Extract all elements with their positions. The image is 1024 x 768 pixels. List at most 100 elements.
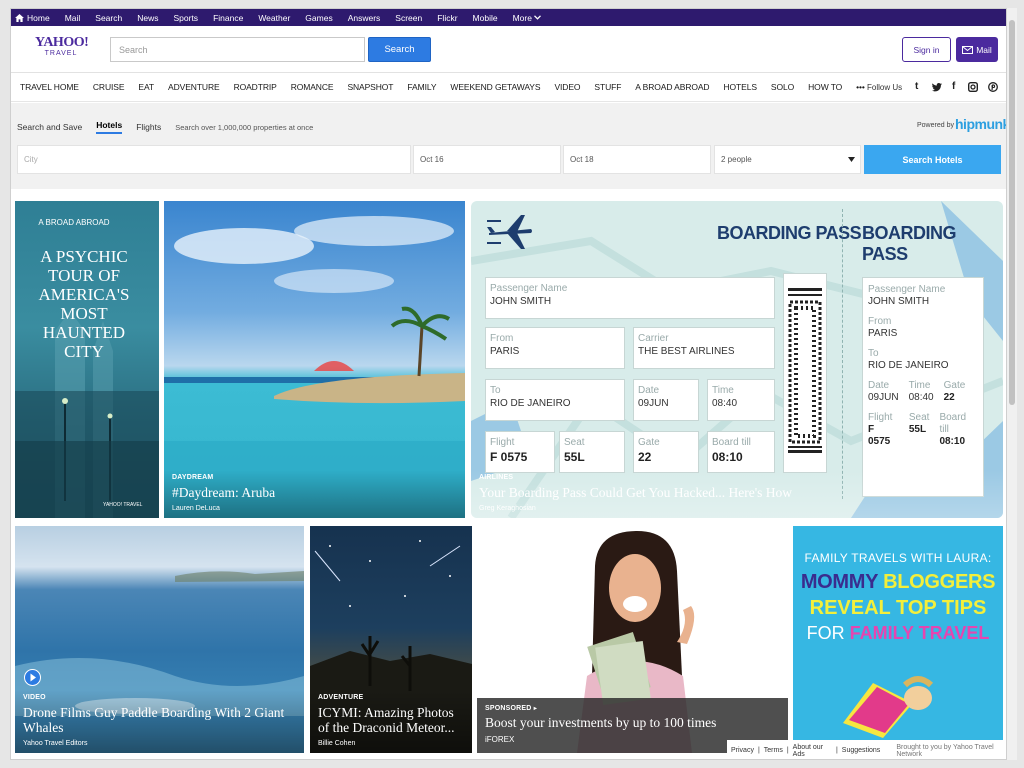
cat-more[interactable]: ••• (856, 82, 865, 92)
story-title[interactable]: ICYMI: Amazing Photos of the Draconid Me… (318, 705, 464, 735)
checkin-date-field[interactable]: Oct 16 (413, 145, 561, 174)
cat-roadtrip[interactable]: ROADTRIP (234, 82, 277, 92)
scrollbar-thumb[interactable] (1009, 20, 1015, 405)
story-tile-whales[interactable]: VIDEO Drone Films Guy Paddle Boarding Wi… (15, 526, 304, 753)
ad-info-icon[interactable]: ▸ (534, 706, 537, 712)
story-title[interactable]: Your Boarding Pass Could Get You Hacked.… (479, 485, 995, 500)
hotel-search-panel: Search and Save Hotels Flights Search ov… (11, 103, 1006, 189)
story-tile-aruba[interactable]: DAYDREAM #Daydream: Aruba Lauren DeLuca (164, 201, 465, 518)
stub-seat-value: 55L (908, 424, 927, 435)
hipmunk-logo[interactable]: hipmunk (955, 116, 1006, 132)
footer-terms-link[interactable]: Terms (764, 747, 783, 754)
mail-button[interactable]: Mail (956, 37, 998, 62)
yahoo-travel-watermark: YAHOO! TRAVEL (103, 502, 143, 508)
search-hotels-button[interactable]: Search Hotels (864, 145, 1001, 174)
search-input[interactable]: Search (110, 37, 365, 62)
stub-flight-col: Flight F 0575 (868, 412, 899, 448)
nav-flickr[interactable]: Flickr (437, 13, 457, 23)
cat-solo[interactable]: SOLO (771, 82, 794, 92)
footer-network-text: Brought to you by Yahoo Travel Network (896, 743, 994, 758)
cat-eat[interactable]: EAT (138, 82, 154, 92)
stub-from-value: PARIS (868, 328, 898, 339)
family-line-1: FAMILY TRAVELS WITH LAURA: (804, 551, 992, 565)
footer-divider: | (757, 747, 760, 754)
properties-note: Search over 1,000,000 properties at once (175, 122, 314, 132)
to-value: RIO DE JANEIRO (490, 398, 571, 409)
instagram-icon[interactable] (968, 82, 978, 92)
stub-time-value: 08:40 (908, 392, 934, 403)
sponsored-ad-tile[interactable]: SPONSORED ▸ Boost your investments by up… (477, 526, 788, 753)
city-input[interactable]: City (17, 145, 411, 174)
stub-board-label: Board till (939, 412, 967, 435)
footer-about-ads-link[interactable]: About our Ads (793, 744, 832, 758)
cat-travel-home[interactable]: TRAVEL HOME (20, 82, 79, 92)
pinterest-icon[interactable] (988, 82, 998, 92)
nav-sports[interactable]: Sports (173, 13, 198, 23)
facebook-icon[interactable]: f (952, 81, 955, 92)
nav-finance[interactable]: Finance (213, 13, 243, 23)
date-box: Date 09JUN (633, 379, 699, 421)
vertical-scrollbar[interactable] (1007, 8, 1017, 760)
tab-flights[interactable]: Flights (136, 122, 161, 132)
tab-hotels[interactable]: Hotels (96, 120, 123, 134)
story-tile-haunted-city[interactable]: A BROAD ABROAD A PSYCHIC TOUR OF AMERICA… (15, 201, 159, 518)
logo-wordmark: YAHOO! (35, 35, 89, 50)
browser-page: Home Mail Search News Sports Finance Wea… (10, 8, 1007, 760)
stub-board-value: 08:10 (939, 436, 966, 447)
cat-snapshot[interactable]: SNAPSHOT (347, 82, 393, 92)
carrier-box: Carrier THE BEST AIRLINES (633, 327, 775, 369)
tumblr-icon[interactable]: t (915, 81, 918, 92)
story-title[interactable]: #Daydream: Aruba (172, 485, 457, 500)
checkout-date-field[interactable]: Oct 18 (563, 145, 711, 174)
to-label: To (490, 385, 501, 396)
footer-suggestions-link[interactable]: Suggestions (842, 747, 881, 754)
cat-romance[interactable]: ROMANCE (291, 82, 334, 92)
time-box: Time 08:40 (707, 379, 775, 421)
nav-more-label: More (512, 12, 532, 23)
cat-how-to[interactable]: HOW TO (808, 82, 842, 92)
story-title[interactable]: Drone Films Guy Paddle Boarding With 2 G… (23, 705, 296, 735)
ad-title[interactable]: Boost your investments by up to 100 time… (485, 715, 780, 730)
nav-search[interactable]: Search (95, 13, 122, 23)
whales-caption: VIDEO Drone Films Guy Paddle Boarding Wi… (15, 690, 304, 753)
author-name: Yahoo Travel Editors (23, 740, 88, 747)
for-word: FOR (806, 623, 845, 643)
search-button[interactable]: Search (368, 37, 431, 62)
sign-in-button[interactable]: Sign in (902, 37, 951, 62)
nav-answers[interactable]: Answers (348, 13, 381, 23)
tab-search-and-save[interactable]: Search and Save (17, 122, 82, 132)
cat-family[interactable]: FAMILY (407, 82, 436, 92)
nav-news[interactable]: News (137, 13, 158, 23)
cat-stuff[interactable]: STUFF (594, 82, 621, 92)
nav-weather[interactable]: Weather (258, 13, 290, 23)
story-tile-family-travel[interactable]: FAMILY TRAVELS WITH LAURA: MOMMY BLOGGER… (793, 526, 1003, 753)
nav-mobile[interactable]: Mobile (473, 13, 498, 23)
cat-cruise[interactable]: CRUISE (93, 82, 125, 92)
cat-a-broad-abroad[interactable]: A BROAD ABROAD (635, 82, 709, 92)
board-till-value: 08:10 (712, 450, 743, 464)
nav-screen[interactable]: Screen (395, 13, 422, 23)
logo-subtitle: TRAVEL (44, 50, 78, 57)
gate-label: Gate (638, 437, 660, 448)
footer-privacy-link[interactable]: Privacy (731, 747, 754, 754)
seat-label: Seat (564, 437, 585, 448)
stub-date-label: Date (868, 380, 890, 391)
passenger-value: JOHN SMITH (490, 296, 552, 307)
cat-video[interactable]: VIDEO (554, 82, 580, 92)
nav-home[interactable]: Home (15, 13, 50, 23)
cat-weekend-getaways[interactable]: WEEKEND GETAWAYS (450, 82, 540, 92)
nav-mail[interactable]: Mail (65, 13, 81, 23)
yahoo-travel-logo[interactable]: YAHOO! TRAVEL (35, 35, 89, 58)
nav-more[interactable]: More (513, 13, 541, 23)
story-tile-boarding-pass[interactable]: BOARDING PASS BOARDING PASS Passenger Na… (471, 201, 1003, 518)
family-line-3: REVEAL TOP TIPS (809, 597, 987, 619)
nav-games[interactable]: Games (305, 13, 332, 23)
cat-hotels[interactable]: HOTELS (723, 82, 757, 92)
twitter-icon[interactable] (932, 83, 942, 92)
cat-adventure[interactable]: ADVENTURE (168, 82, 220, 92)
guests-select[interactable]: 2 people (714, 145, 861, 174)
story-tile-meteor[interactable]: ADVENTURE ICYMI: Amazing Photos of the D… (310, 526, 472, 753)
boarding-pass-stub-heading: BOARDING PASS (862, 223, 957, 264)
stub-flight-value: F 0575 (868, 424, 891, 447)
play-video-button[interactable] (24, 669, 41, 686)
